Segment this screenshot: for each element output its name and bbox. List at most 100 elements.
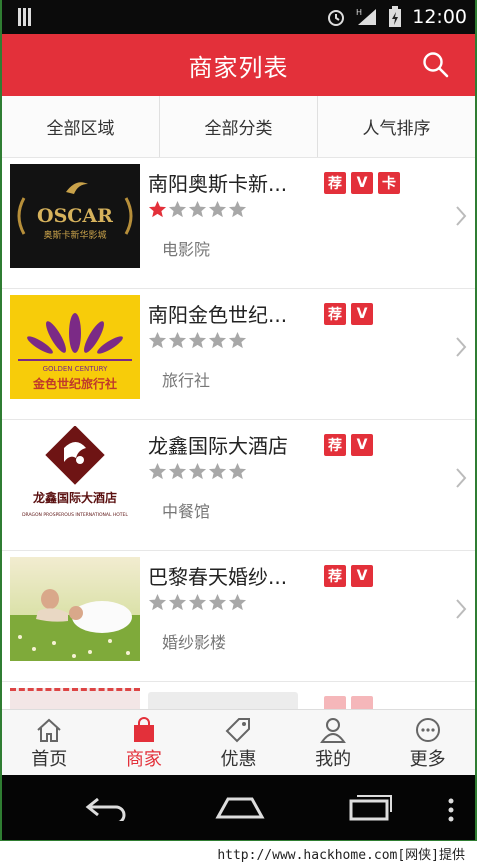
- star-icon: [208, 593, 227, 611]
- star-icon: [208, 200, 227, 218]
- merchant-name: 巴黎春天婚纱...: [148, 565, 288, 589]
- watermark: http://www.hackhome.com[网侠]提供: [0, 840, 477, 865]
- vip-badge: V: [351, 172, 373, 194]
- merchant-category: 电影院: [162, 240, 211, 259]
- home-button-icon[interactable]: [214, 793, 266, 821]
- page-title: 商家列表: [188, 53, 289, 82]
- recommend-badge: 荐: [324, 172, 346, 194]
- svg-text:OSCAR: OSCAR: [37, 205, 113, 227]
- tab-label: 优惠: [220, 749, 257, 770]
- merchant-list: OSCAR 奥斯卡新华影城 南阳奥斯卡新... 荐 V 卡 电影院 GOLDEN…: [2, 158, 475, 709]
- search-icon[interactable]: [421, 50, 451, 80]
- merchant-tags: 荐 V 卡: [324, 172, 400, 194]
- merchant-item[interactable]: 龙鑫国际大酒店 DRAGON PROSPEROUS INTERNATIONAL …: [2, 420, 475, 551]
- merchant-name: 龙鑫国际大酒店: [148, 434, 288, 458]
- star-icon: [168, 331, 187, 349]
- star-icon: [188, 331, 207, 349]
- merchant-category: 中餐馆: [162, 502, 211, 521]
- merchant-tags: 荐 V: [324, 303, 373, 325]
- chevron-right-icon: [456, 337, 467, 357]
- star-icon: [148, 593, 167, 611]
- bottom-tab-bar: 首页 商家 优惠 我的 更多: [2, 709, 475, 775]
- merchant-category: 旅行社: [162, 371, 211, 390]
- star-icon: [188, 593, 207, 611]
- card-badge: 卡: [378, 172, 400, 194]
- bag-icon: [133, 717, 154, 742]
- back-icon[interactable]: [84, 793, 132, 821]
- rating-stars: [148, 462, 247, 481]
- svg-text:GOLDEN CENTURY: GOLDEN CENTURY: [43, 365, 108, 373]
- tab-deals[interactable]: 优惠: [191, 710, 286, 775]
- status-bar: H 12:00: [2, 0, 475, 34]
- star-icon: [168, 200, 187, 218]
- star-icon: [188, 462, 207, 480]
- filter-area[interactable]: 全部区域: [2, 96, 160, 157]
- chevron-right-icon: [456, 468, 467, 488]
- merchant-tags: 荐 V: [324, 565, 373, 587]
- vip-badge: V: [351, 565, 373, 587]
- svg-text:金色世纪旅行社: 金色世纪旅行社: [32, 376, 117, 391]
- tab-label: 商家: [125, 749, 162, 770]
- vip-badge: V: [351, 434, 373, 456]
- star-icon: [228, 331, 247, 349]
- chevron-right-icon: [456, 599, 467, 619]
- vip-badge: V: [351, 303, 373, 325]
- svg-text:奥斯卡新华影城: 奥斯卡新华影城: [43, 229, 106, 241]
- merchant-item[interactable]: OSCAR 奥斯卡新华影城 南阳奥斯卡新... 荐 V 卡 电影院: [2, 158, 475, 289]
- merchant-logo: OSCAR 奥斯卡新华影城: [10, 164, 140, 268]
- vip-badge: [351, 696, 373, 709]
- star-icon: [148, 462, 167, 480]
- alarm-icon: [328, 10, 345, 26]
- svg-text:龙鑫国际大酒店: 龙鑫国际大酒店: [33, 490, 117, 505]
- tab-label: 首页: [31, 749, 68, 770]
- svg-text:DRAGON PROSPEROUS INTERNATIONA: DRAGON PROSPEROUS INTERNATIONAL HOTEL: [22, 512, 128, 518]
- chevron-right-icon: [456, 206, 467, 226]
- merchant-name: 南阳奥斯卡新...: [148, 172, 288, 196]
- merchant-category: 婚纱影楼: [162, 633, 227, 652]
- recommend-badge: 荐: [324, 565, 346, 587]
- system-nav-bar: [2, 775, 475, 840]
- recommend-badge: 荐: [324, 303, 346, 325]
- recommend-badge: [324, 696, 346, 709]
- notification-icon: [18, 8, 38, 26]
- rating-stars: [148, 331, 247, 350]
- clock: 12:00: [412, 6, 467, 28]
- merchant-item-partial[interactable]: [2, 682, 475, 709]
- more-icon: [415, 718, 440, 742]
- recommend-badge: 荐: [324, 434, 346, 456]
- phone-screen: H 12:00 商家列表 全部区域 全部分类 人气排序 OSCAR 奥斯卡新华影…: [2, 0, 475, 840]
- user-icon: [320, 718, 346, 743]
- recent-apps-icon[interactable]: [348, 793, 394, 821]
- overflow-menu-icon[interactable]: [446, 797, 456, 823]
- rating-stars: [148, 593, 247, 612]
- rating-stars: [148, 200, 247, 219]
- merchant-item[interactable]: GOLDEN CENTURY 金色世纪旅行社 南阳金色世纪... 荐 V 旅行社: [2, 289, 475, 420]
- star-icon: [168, 593, 187, 611]
- merchant-name-placeholder: [148, 692, 298, 709]
- signal-icon: H: [356, 8, 377, 25]
- merchant-photo: [10, 557, 140, 661]
- filter-sort[interactable]: 人气排序: [318, 96, 475, 157]
- battery-icon: [389, 6, 402, 27]
- merchant-logo: [10, 688, 140, 709]
- tab-more[interactable]: 更多: [380, 710, 475, 775]
- merchant-tags: 荐 V: [324, 434, 373, 456]
- merchant-item[interactable]: 巴黎春天婚纱... 荐 V 婚纱影楼: [2, 551, 475, 682]
- tab-merchants[interactable]: 商家: [97, 710, 192, 775]
- merchant-name: 南阳金色世纪...: [148, 303, 288, 327]
- app-header: 商家列表: [2, 34, 475, 96]
- merchant-logo: GOLDEN CENTURY 金色世纪旅行社: [10, 295, 140, 399]
- tab-home[interactable]: 首页: [2, 710, 97, 775]
- star-icon: [228, 462, 247, 480]
- star-icon: [208, 462, 227, 480]
- star-icon: [228, 200, 247, 218]
- star-icon: [208, 331, 227, 349]
- merchant-logo: 龙鑫国际大酒店 DRAGON PROSPEROUS INTERNATIONAL …: [10, 426, 140, 530]
- star-icon: [168, 462, 187, 480]
- tab-label: 我的: [315, 749, 352, 770]
- tab-mine[interactable]: 我的: [286, 710, 381, 775]
- tab-label: 更多: [409, 749, 446, 770]
- filter-category[interactable]: 全部分类: [160, 96, 318, 157]
- home-icon: [37, 718, 61, 742]
- star-icon: [228, 593, 247, 611]
